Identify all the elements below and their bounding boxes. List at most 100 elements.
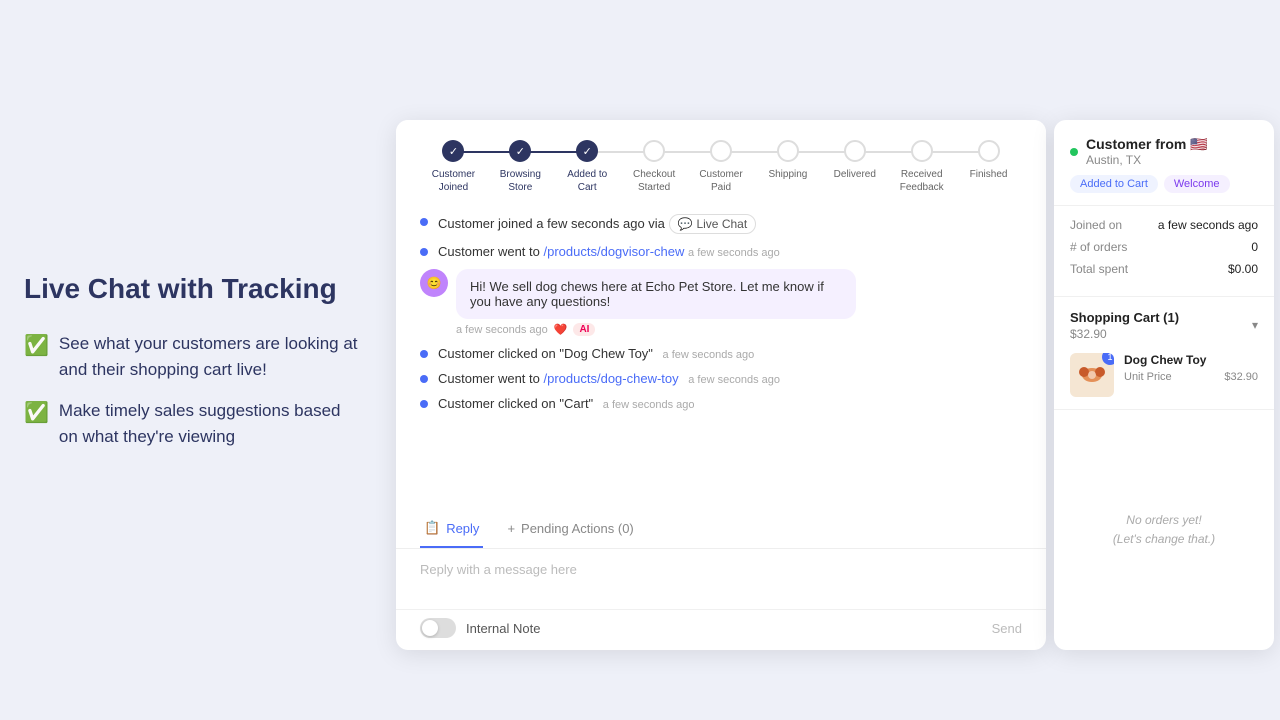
feature-item-2: ✅ Make timely sales suggestions based on… [24, 398, 360, 449]
step-customer-paid: CustomerPaid [688, 140, 755, 194]
stat-joined-label: Joined on [1070, 218, 1122, 232]
step-label-8: ReceivedFeedback [900, 168, 944, 194]
stat-joined: Joined on a few seconds ago [1070, 218, 1258, 232]
internal-note-toggle[interactable] [420, 618, 456, 638]
chat-bubble-icon: 💬 [678, 217, 693, 231]
cart-header[interactable]: Shopping Cart (1) $32.90 ▾ [1070, 309, 1258, 341]
page-title: Live Chat with Tracking [24, 271, 360, 307]
feature-item-1: ✅ See what your customers are looking at… [24, 331, 360, 382]
cart-item-price-row: Unit Price $32.90 [1124, 371, 1258, 383]
step-received-feedback: ReceivedFeedback [888, 140, 955, 194]
step-circle-3: ✓ [576, 140, 598, 162]
orders-section: No orders yet! (Let's change that.) [1054, 410, 1274, 650]
reply-placeholder: Reply with a message here [420, 562, 577, 577]
badge-welcome[interactable]: Welcome [1164, 175, 1230, 193]
activity-dot [420, 218, 428, 226]
dog-toy-svg [1076, 359, 1108, 391]
chat-feed: Customer joined a few seconds ago via 💬 … [396, 206, 1046, 510]
right-sidebar: Customer from 🇺🇸 Austin, TX Added to Car… [1054, 120, 1274, 650]
tab-reply[interactable]: 📋 Reply [420, 510, 483, 548]
no-orders-text: No orders yet! (Let's change that.) [1113, 511, 1215, 549]
step-circle-6 [777, 140, 799, 162]
stat-orders: # of orders 0 [1070, 240, 1258, 254]
chat-bubble-text: Hi! We sell dog chews here at Echo Pet S… [470, 279, 824, 309]
activity-went-to-1: Customer went to /products/dogvisor-chew… [420, 244, 1022, 259]
toggle-label: Internal Note [466, 621, 540, 636]
activity-time-1: a few seconds ago [688, 247, 780, 259]
online-indicator [1070, 148, 1078, 156]
step-delivered: Delivered [821, 140, 888, 181]
activity-clicked-toy: Customer clicked on "Dog Chew Toy" a few… [420, 346, 1022, 361]
customer-name: Customer from 🇺🇸 [1086, 136, 1208, 153]
customer-name-row: Customer from 🇺🇸 Austin, TX [1070, 136, 1258, 167]
no-orders-line1: No orders yet! [1126, 513, 1201, 527]
toggle-group: Internal Note [420, 618, 540, 638]
plus-icon: + [507, 521, 515, 536]
toggle-knob [422, 620, 438, 636]
stat-joined-value: a few seconds ago [1158, 218, 1258, 232]
reply-area[interactable]: Reply with a message here [396, 549, 1046, 609]
chat-tabs: 📋 Reply + Pending Actions (0) [396, 510, 1046, 549]
step-label-3: Added toCart [567, 168, 607, 194]
activity-dot-2 [420, 248, 428, 256]
activity-text-3: Customer clicked on "Dog Chew Toy" a few… [438, 346, 1022, 361]
activity-text-5: Customer clicked on "Cart" a few seconds… [438, 396, 1022, 411]
step-finished: Finished [955, 140, 1022, 181]
activity-clicked-cart: Customer clicked on "Cart" a few seconds… [420, 396, 1022, 411]
steps-container: ✓ CustomerJoined ✓ BrowsingStore ✓ Added… [420, 140, 1022, 194]
sidebar-header: Customer from 🇺🇸 Austin, TX Added to Car… [1054, 120, 1274, 206]
step-label-4: CheckoutStarted [633, 168, 675, 194]
step-circle-9 [978, 140, 1000, 162]
step-circle-8 [911, 140, 933, 162]
activity-dot-5 [420, 400, 428, 408]
cart-title: Shopping Cart (1) [1070, 310, 1179, 325]
step-label-1: CustomerJoined [432, 168, 475, 194]
activity-link-1[interactable]: /products/dogvisor-chew [544, 244, 685, 259]
step-circle-5 [710, 140, 732, 162]
activity-dot-3 [420, 350, 428, 358]
activity-time-4: a few seconds ago [688, 374, 780, 386]
step-customer-joined: ✓ CustomerJoined [420, 140, 487, 194]
activity-joined: Customer joined a few seconds ago via 💬 … [420, 214, 1022, 234]
stat-orders-label: # of orders [1070, 240, 1127, 254]
step-circle-2: ✓ [509, 140, 531, 162]
ai-badge: AI [573, 323, 595, 336]
check-icon-2: ✅ [24, 400, 49, 425]
tab-pending-label: Pending Actions (0) [521, 521, 634, 536]
progress-tracker: ✓ CustomerJoined ✓ BrowsingStore ✓ Added… [396, 120, 1046, 206]
bottom-bar: Internal Note Send [396, 609, 1046, 650]
step-shipping: Shipping [754, 140, 821, 181]
customer-location: Austin, TX [1086, 153, 1208, 167]
cart-total: $32.90 [1070, 327, 1179, 341]
stat-spent-label: Total spent [1070, 262, 1128, 276]
unit-price-label: Unit Price [1124, 371, 1172, 383]
step-added-to-cart: ✓ Added toCart [554, 140, 621, 194]
activity-went-to-2: Customer went to /products/dog-chew-toy … [420, 371, 1022, 386]
cart-item-image: 1 [1070, 353, 1114, 397]
activity-dot-4 [420, 375, 428, 383]
chat-bubble-meta: a few seconds ago ❤️ AI [456, 323, 1022, 336]
stat-spent-value: $0.00 [1228, 262, 1258, 276]
reply-icon: 📋 [424, 520, 440, 536]
check-icon-1: ✅ [24, 333, 49, 358]
activity-link-2[interactable]: /products/dog-chew-toy [544, 371, 679, 386]
step-label-6: Shipping [768, 168, 807, 181]
message-time: a few seconds ago [456, 324, 548, 336]
step-circle-7 [844, 140, 866, 162]
activity-text-joined: Customer joined a few seconds ago via 💬 … [438, 214, 1022, 234]
step-circle-1: ✓ [442, 140, 464, 162]
step-label-9: Finished [970, 168, 1008, 181]
chevron-down-icon: ▾ [1252, 318, 1258, 332]
step-label-7: Delivered [834, 168, 876, 181]
sidebar-stats: Joined on a few seconds ago # of orders … [1054, 206, 1274, 297]
step-label-2: BrowsingStore [500, 168, 541, 194]
feature-text-2: Make timely sales suggestions based on w… [59, 398, 360, 449]
tab-reply-label: Reply [446, 521, 479, 536]
activity-time-3: a few seconds ago [663, 349, 755, 361]
tab-pending-actions[interactable]: + Pending Actions (0) [503, 510, 637, 548]
step-circle-4 [643, 140, 665, 162]
chat-panel: ✓ CustomerJoined ✓ BrowsingStore ✓ Added… [396, 120, 1046, 650]
livechat-icon: 💬 Live Chat [669, 214, 757, 234]
activity-text-2: Customer went to /products/dogvisor-chew… [438, 244, 1022, 259]
send-button[interactable]: Send [992, 621, 1022, 636]
